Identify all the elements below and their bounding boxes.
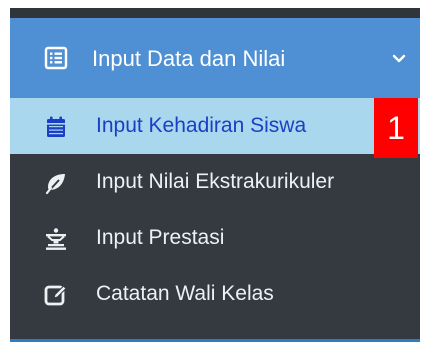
submenu-item-label: Input Prestasi (96, 226, 225, 249)
annotation-badge: 1 (374, 98, 418, 158)
calendar-icon (44, 115, 68, 139)
submenu-item-label: Input Nilai Ekstrakurikuler (96, 170, 335, 193)
screenshot-frame: Input Data dan Nilai Input Kehadiran Sis… (0, 0, 429, 346)
submenu-item-input-kehadiran-siswa[interactable]: Input Kehadiran Siswa (10, 98, 420, 154)
submenu-item-catatan-wali-kelas[interactable]: Catatan Wali Kelas (10, 266, 420, 322)
edit-icon (44, 283, 68, 307)
sidebar-menu: Input Data dan Nilai Input Kehadiran Sis… (10, 8, 420, 342)
menu-group-label: Input Data dan Nilai (92, 46, 286, 71)
submenu-item-label: Catatan Wali Kelas (96, 282, 274, 305)
submenu-item-label: Input Kehadiran Siswa (96, 114, 307, 137)
menu-group-input-data-dan-nilai[interactable]: Input Data dan Nilai (10, 18, 420, 98)
sidebar-top-strip (10, 8, 420, 18)
leaf-icon (44, 171, 68, 195)
trophy-icon (44, 227, 68, 251)
list-alt-icon (44, 46, 68, 70)
submenu-item-input-nilai-ekstrakurikuler[interactable]: Input Nilai Ekstrakurikuler (10, 154, 420, 210)
submenu-item-input-prestasi[interactable]: Input Prestasi (10, 210, 420, 266)
sidebar-bottom-border (10, 339, 420, 342)
chevron-down-icon[interactable] (390, 50, 408, 68)
